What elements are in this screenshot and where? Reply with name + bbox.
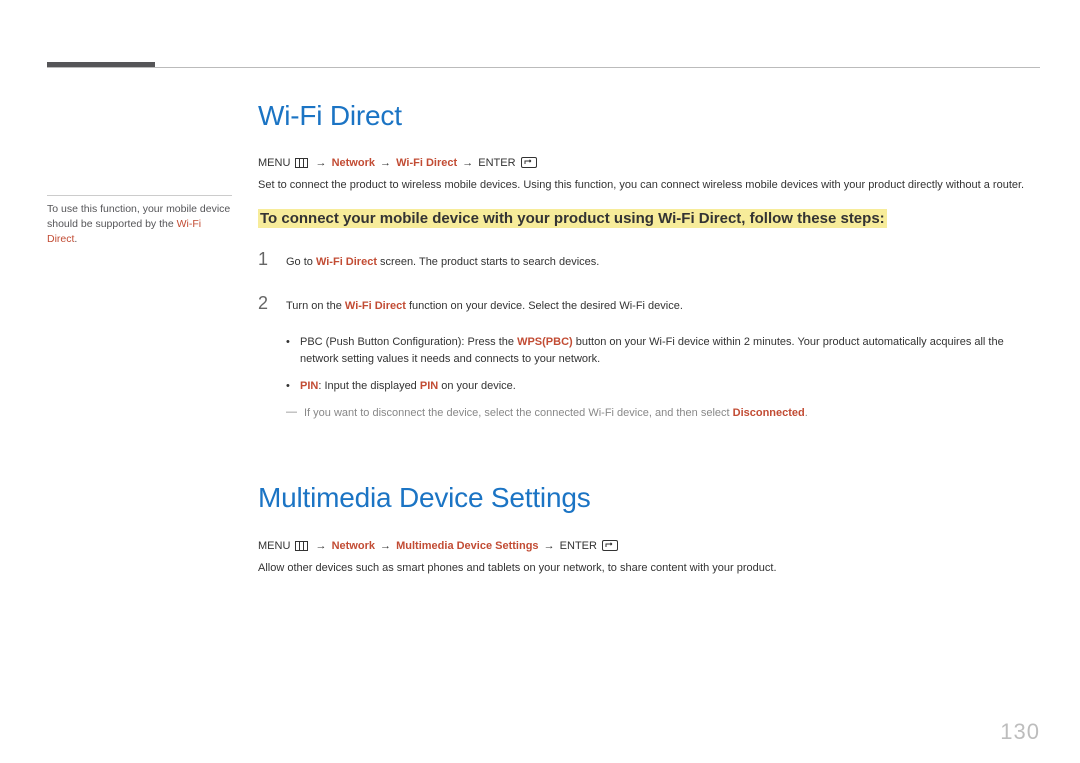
multimedia-description: Allow other devices such as smart phones… [258,560,1040,577]
highlight-instruction: To connect your mobile device with your … [258,210,1040,228]
manual-page: To use this function, your mobile device… [0,0,1080,763]
sidebar-note: To use this function, your mobile device… [47,195,232,248]
header-rule [47,67,1040,68]
nav-enter-label: ENTER [478,157,515,169]
step-2-text: Turn on the Wi-Fi Direct function on you… [286,298,683,315]
highlight-text: To connect your mobile device with your … [258,209,887,228]
menu-grid-icon-2 [295,541,308,554]
sidebar-note-suffix: . [74,233,77,245]
nav-item: Wi-Fi Direct [396,157,457,169]
nav-network: Network [332,157,375,169]
wifi-direct-description: Set to connect the product to wireless m… [258,177,1040,194]
nav-arrow-3: → [462,157,473,169]
nav-arrow-4: → [316,540,327,552]
nav-arrow-2: → [380,157,391,169]
nav-arrow-5: → [380,540,391,552]
step-1-number: 1 [258,246,272,274]
disconnect-footnote: If you want to disconnect the device, se… [286,405,1040,422]
bullet-pbc: PBC (Push Button Configuration): Press t… [286,334,1040,368]
nav-menu-label: MENU [258,157,290,169]
step-2-number: 2 [258,290,272,318]
steps-list: 1 Go to Wi-Fi Direct screen. The product… [258,246,1040,318]
enter-icon [521,157,537,171]
bullet-list: PBC (Push Button Configuration): Press t… [286,334,1040,395]
section-title-multimedia: Multimedia Device Settings [258,482,1040,514]
nav-item-2: Multimedia Device Settings [396,540,538,552]
menu-grid-icon [295,158,308,171]
nav-network-2: Network [332,540,375,552]
sidebar-note-prefix: To use this function, your mobile device… [47,203,230,230]
section-title-wifi-direct: Wi-Fi Direct [258,100,1040,132]
bullet-pin: PIN: Input the displayed PIN on your dev… [286,378,1040,395]
page-number: 130 [1000,719,1040,745]
nav-path-wifi-direct: MENU → Network → Wi-Fi Direct → ENTER [258,157,1040,171]
nav-arrow-6: → [544,540,555,552]
enter-icon-2 [602,540,618,554]
nav-menu-label-2: MENU [258,540,290,552]
step-2: 2 Turn on the Wi-Fi Direct function on y… [258,290,1040,318]
step-1-text: Go to Wi-Fi Direct screen. The product s… [286,254,599,271]
main-content: Wi-Fi Direct MENU → Network → Wi-Fi Dire… [258,100,1040,593]
nav-arrow-1: → [316,157,327,169]
nav-path-multimedia: MENU → Network → Multimedia Device Setti… [258,540,1040,554]
nav-enter-label-2: ENTER [560,540,597,552]
step-1: 1 Go to Wi-Fi Direct screen. The product… [258,246,1040,274]
